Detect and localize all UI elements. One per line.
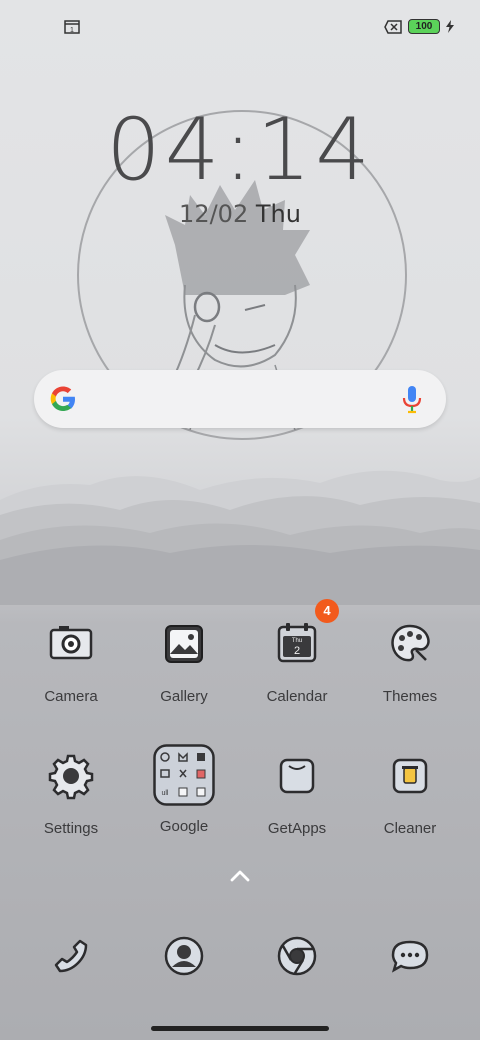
microphone-icon[interactable] xyxy=(400,384,424,414)
palette-icon xyxy=(391,624,430,662)
date-text: 12/02 xyxy=(179,200,249,228)
app-themes[interactable]: Themes xyxy=(355,612,465,705)
google-folder-icon: ull xyxy=(153,744,215,806)
calendar-icon: Thu 2 xyxy=(277,623,317,663)
lightning-icon xyxy=(446,20,454,33)
message-icon[interactable] xyxy=(387,933,433,979)
status-right: 100 xyxy=(384,19,454,34)
notification-badge: 4 xyxy=(315,599,339,623)
app-label: Camera xyxy=(44,688,98,705)
app-label: Google xyxy=(159,818,209,835)
camera-icon xyxy=(49,626,93,660)
battery-indicator: 100 xyxy=(408,19,440,34)
trash-icon xyxy=(392,758,428,794)
app-getapps[interactable]: GetApps xyxy=(242,744,352,837)
app-gallery[interactable]: Gallery xyxy=(129,612,239,705)
calendar-icon-date: 2 xyxy=(294,645,300,657)
calendar-icon-day: Thu xyxy=(292,638,302,644)
contact-icon[interactable] xyxy=(161,933,207,979)
gallery-icon xyxy=(165,625,203,663)
app-label: Themes xyxy=(382,688,438,705)
app-google-folder[interactable]: ull Google xyxy=(129,744,239,835)
bag-icon xyxy=(279,758,315,794)
gesture-bar[interactable] xyxy=(151,1026,329,1031)
app-cleaner[interactable]: Cleaner xyxy=(355,744,465,837)
app-camera[interactable]: Camera xyxy=(16,612,126,705)
gear-icon xyxy=(48,754,94,800)
svg-text:1: 1 xyxy=(70,27,74,34)
clock-date[interactable]: 12/02 Thu xyxy=(0,200,480,228)
wallpaper-hills xyxy=(0,470,480,605)
app-calendar[interactable]: Thu 2 Calendar xyxy=(242,612,352,705)
google-search-bar[interactable] xyxy=(34,370,446,428)
chrome-icon[interactable] xyxy=(274,933,320,979)
svg-text:ull: ull xyxy=(161,790,168,797)
chevron-up-icon[interactable] xyxy=(228,866,252,886)
google-g-icon[interactable] xyxy=(48,384,78,414)
app-label: Gallery xyxy=(160,688,208,705)
sim-card-icon: 1 xyxy=(64,20,80,34)
no-sim-icon xyxy=(384,19,402,34)
app-settings[interactable]: Settings xyxy=(16,744,126,837)
day-text: Thu xyxy=(255,200,301,228)
app-label: Cleaner xyxy=(383,820,437,837)
app-label: Calendar xyxy=(266,688,328,705)
clock-time[interactable]: 04:14 xyxy=(0,100,480,200)
app-label: Settings xyxy=(43,820,99,837)
phone-icon[interactable] xyxy=(48,933,94,979)
app-label: GetApps xyxy=(267,820,327,837)
